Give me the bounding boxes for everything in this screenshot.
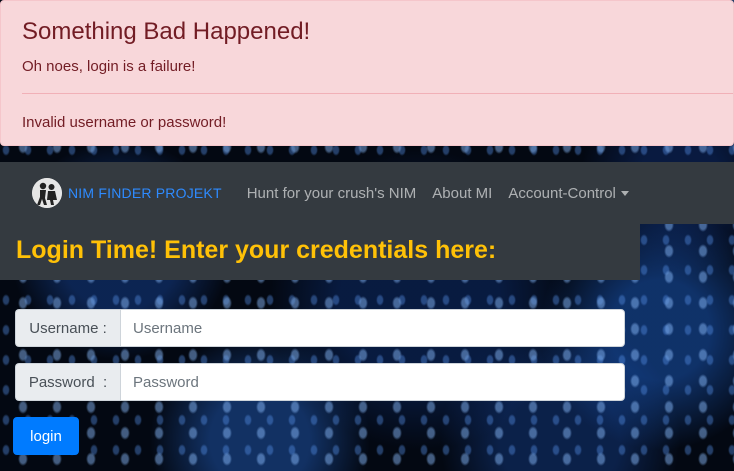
username-label: Username : — [15, 309, 120, 347]
title-banner: Login Time! Enter your credentials here: — [0, 224, 640, 280]
alert-message: Oh noes, login is a failure! — [22, 58, 196, 75]
nav-hunt-link[interactable]: Hunt for your crush's NIM — [247, 185, 417, 202]
nav-about-link[interactable]: About MI — [432, 185, 492, 202]
error-alert: Something Bad Happened! Oh noes, login i… — [0, 0, 734, 146]
login-button[interactable]: login — [13, 417, 79, 455]
alert-detail: Invalid username or password! — [22, 114, 227, 131]
caret-down-icon — [620, 191, 629, 196]
nav-account-label: Account-Control — [508, 184, 616, 202]
brand-link[interactable]: NIM FINDER PROJEKT — [32, 178, 222, 208]
nav-account-dropdown[interactable]: Account-Control — [508, 185, 629, 202]
password-group: Password : — [15, 363, 625, 401]
brand-name: NIM FINDER PROJEKT — [68, 185, 222, 201]
alert-divider — [22, 93, 733, 94]
brand-logo-icon — [32, 178, 62, 208]
alert-heading: Something Bad Happened! — [22, 18, 311, 45]
page-title: Login Time! Enter your credentials here: — [16, 236, 497, 264]
password-input[interactable] — [120, 363, 625, 401]
username-input[interactable] — [120, 309, 625, 347]
username-group: Username : — [15, 309, 625, 347]
password-label: Password : — [15, 363, 120, 401]
navbar: NIM FINDER PROJEKT Hunt for your crush's… — [0, 162, 734, 224]
